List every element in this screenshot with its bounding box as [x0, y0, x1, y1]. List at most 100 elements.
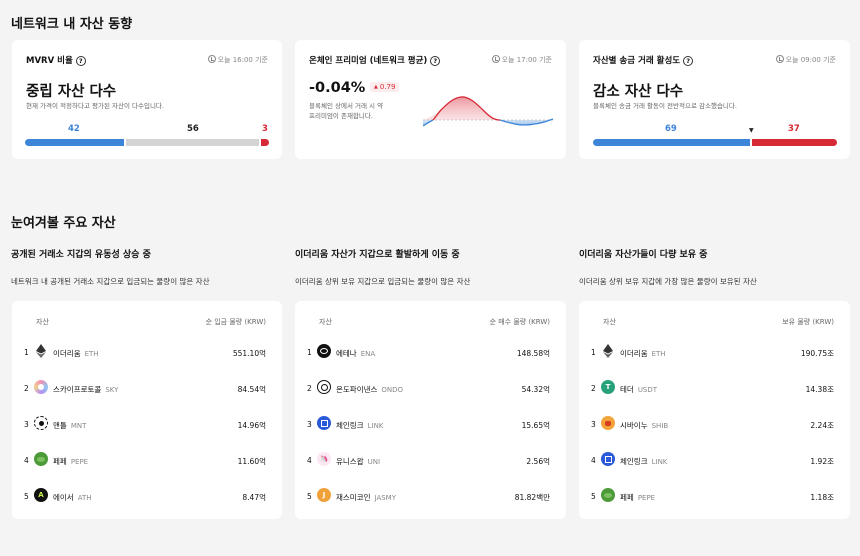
rank: 3 [591, 420, 596, 429]
rank: 1 [307, 348, 312, 357]
help-icon[interactable]: ? [430, 56, 441, 66]
shib-icon [601, 416, 615, 430]
asset-name: 에이서 ATH [53, 492, 92, 502]
premium-sparkline-chart [423, 96, 554, 127]
asset-name: 시바이누 SHIB [620, 420, 669, 430]
asset-value: 15.65억 [521, 420, 550, 430]
asset-value: 14.38조 [805, 384, 834, 394]
table-row[interactable]: 3 체인링크 LINK 15.65억 [295, 415, 566, 435]
asset-name: 이더리움 ETH [620, 348, 666, 358]
clock-icon [491, 55, 500, 63]
mvrv-blue-bar [25, 139, 124, 146]
up-triangle-icon: ▲ [374, 84, 378, 90]
table-row[interactable]: 5 A 에이서 ATH 8.47억 [12, 487, 282, 507]
asset-value: 11.60억 [237, 456, 266, 466]
asset-name: 페페 PEPE [53, 456, 89, 466]
asset-name: 온도파이낸스 ONDO [336, 384, 404, 394]
rank: 3 [24, 420, 29, 429]
col-asset-header: 자산 [603, 318, 616, 326]
activity-red-bar [752, 139, 837, 146]
asset-name: 재스미코인 JASMY [336, 492, 396, 502]
ena-icon [317, 344, 331, 358]
table-row[interactable]: 3 맨틀 MNT 14.96억 [12, 415, 282, 435]
col-asset-header: 자산 [319, 318, 332, 326]
table-row[interactable]: 2 T 테더 USDT 14.38조 [579, 379, 850, 399]
mvrv-blue-count: 42 [68, 124, 80, 134]
mvrv-title: MVRV 비율? [26, 54, 86, 66]
rank: 3 [307, 420, 312, 429]
premium-desc: 블록체인 상에서 거래 시 약 프리미엄이 존재합니다. [309, 102, 384, 120]
table-row[interactable]: 5 J 재스미코인 JASMY 81.82백만 [295, 487, 566, 507]
col-value-header: 순 입금 물량 (KRW) [205, 318, 266, 326]
asset-value: 54.32억 [521, 384, 550, 394]
asset-name: 에테나 ENA [336, 348, 376, 358]
premium-timestamp: 오늘 17:00 기준 [491, 55, 552, 65]
mvrv-gray-bar [126, 139, 259, 146]
eth-icon [601, 344, 615, 358]
mvrv-card[interactable]: MVRV 비율? 오늘 16:00 기준 중립 자산 다수 현재 가격이 적정하… [12, 40, 282, 159]
eth-icon [34, 344, 48, 358]
activity-blue-count: 69 [665, 124, 677, 134]
uni-icon: 🦄 [317, 452, 331, 466]
rank: 2 [307, 384, 312, 393]
list1-desc: 네트워크 내 공개된 거래소 지갑으로 입금되는 물량이 많은 자산 [11, 277, 210, 286]
table-row[interactable]: 1 이더리움 ETH 190.75조 [579, 343, 850, 363]
premium-value: -0.04% [309, 80, 366, 96]
usdt-icon: T [601, 380, 615, 394]
marker-triangle-icon: ▼ [749, 127, 754, 134]
asset-name: 스카이프로토콜 SKY [53, 384, 119, 394]
table-row[interactable]: 4 체인링크 LINK 1.92조 [579, 451, 850, 471]
asset-name: 이더리움 ETH [53, 348, 99, 358]
table-row[interactable]: 1 에테나 ENA 148.58억 [295, 343, 566, 363]
table-row[interactable]: 2 스카이프로토콜 SKY 84.54억 [12, 379, 282, 399]
rank: 2 [24, 384, 29, 393]
network-section-title: 네트워크 내 자산 동향 [11, 17, 133, 32]
activity-red-count: 37 [788, 124, 800, 134]
activity-blue-bar [593, 139, 750, 146]
asset-value: 2.24조 [810, 420, 834, 430]
list3-desc: 이더리움 상위 보유 지갑에 가장 많은 물량이 보유된 자산 [579, 277, 757, 286]
mvrv-timestamp: 오늘 16:00 기준 [207, 55, 268, 65]
help-icon[interactable]: ? [75, 56, 86, 66]
asset-name: 테더 USDT [620, 384, 658, 394]
premium-card[interactable]: 온체인 프리미엄 (네트워크 평균)? 오늘 17:00 기준 -0.04% ▲… [295, 40, 566, 159]
activity-headline: 감소 자산 다수 [593, 84, 684, 100]
table-header: 자산 보유 물량 (KRW) [579, 317, 850, 329]
asset-name: 체인링크 LINK [620, 456, 668, 466]
list2-desc: 이더리움 상위 보유 지갑으로 입금되는 물량이 많은 자산 [295, 277, 471, 286]
activity-desc: 블록체인 송금 거래 활동이 전반적으로 감소했습니다. [593, 102, 737, 110]
rank: 4 [307, 456, 312, 465]
mvrv-red-count: 3 [262, 124, 268, 134]
asset-value: 84.54억 [237, 384, 266, 394]
mnt-icon [34, 416, 48, 430]
asset-value: 190.75조 [800, 348, 834, 358]
rank: 5 [307, 492, 312, 501]
table-row[interactable]: 1 이더리움 ETH 551.10억 [12, 343, 282, 363]
table-row[interactable]: 4 페페 PEPE 11.60억 [12, 451, 282, 471]
table-header: 자산 순 입금 물량 (KRW) [12, 317, 282, 329]
rank: 2 [591, 384, 596, 393]
rank: 4 [591, 456, 596, 465]
rank: 1 [591, 348, 596, 357]
table-row[interactable]: 3 시바이누 SHIB 2.24조 [579, 415, 850, 435]
mvrv-red-bar [261, 139, 269, 146]
help-icon[interactable]: ? [683, 56, 694, 66]
rank: 1 [24, 348, 29, 357]
list1-card: 자산 순 입금 물량 (KRW) 1 이더리움 ETH 551.10억 2 스카이… [12, 301, 282, 519]
activity-card[interactable]: 자산별 송금 거래 활성도? 오늘 09:00 기준 감소 자산 다수 블록체인… [579, 40, 850, 159]
mvrv-gray-count: 56 [187, 124, 199, 134]
pepe-icon [601, 488, 615, 502]
asset-value: 148.58억 [516, 348, 550, 358]
list3-card: 자산 보유 물량 (KRW) 1 이더리움 ETH 190.75조 2 T 테더 U… [579, 301, 850, 519]
table-row[interactable]: 4 🦄 유니스왑 UNI 2.56억 [295, 451, 566, 471]
table-row[interactable]: 2 온도파이낸스 ONDO 54.32억 [295, 379, 566, 399]
activity-timestamp: 오늘 09:00 기준 [775, 55, 836, 65]
rank: 4 [24, 456, 29, 465]
rank: 5 [24, 492, 29, 501]
col-asset-header: 자산 [36, 318, 49, 326]
watch-section-title: 눈여겨볼 주요 자산 [11, 216, 116, 231]
asset-name: 맨틀 MNT [53, 420, 87, 430]
premium-title: 온체인 프리미엄 (네트워크 평균)? [309, 54, 441, 66]
premium-positive-area [423, 96, 500, 120]
table-row[interactable]: 5 페페 PEPE 1.18조 [579, 487, 850, 507]
